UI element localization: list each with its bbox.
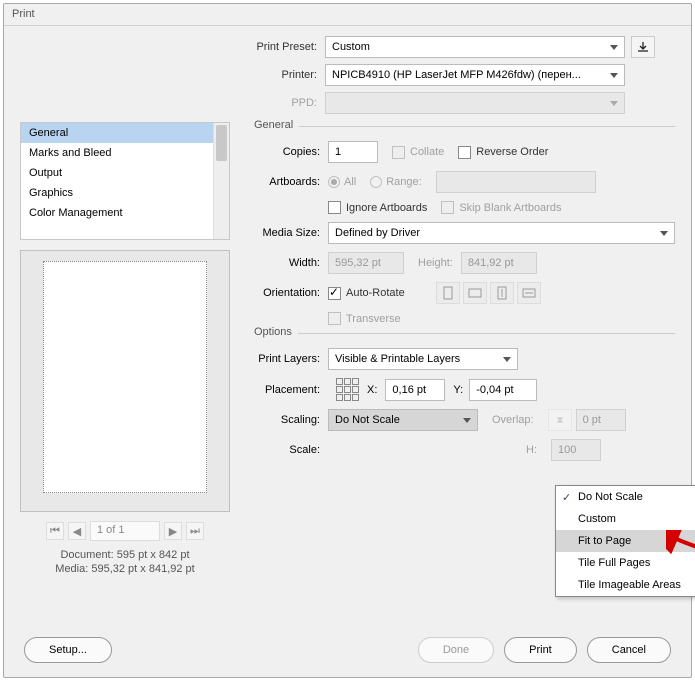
collate-checkbox: Collate — [392, 146, 444, 159]
skip-blank-checkbox: Skip Blank Artboards — [441, 201, 561, 214]
print-layers-select[interactable]: Visible & Printable Layers — [328, 348, 518, 370]
scaling-option-custom[interactable]: Custom — [556, 508, 695, 530]
print-dialog: Print Print Preset: Custom Printer: NPIC… — [3, 3, 692, 678]
scaling-select[interactable]: Do Not Scale — [328, 409, 478, 431]
done-button[interactable]: Done — [418, 637, 494, 663]
height-input: 841,92 pt — [461, 252, 537, 274]
button-bar: Setup... Done Print Cancel — [4, 637, 691, 663]
overlap-input: 0 pt — [576, 409, 626, 431]
orient-portrait-icon — [436, 282, 460, 304]
h-label: H: — [526, 444, 545, 456]
artboards-range-radio: Range: — [370, 176, 421, 188]
save-preset-icon[interactable] — [631, 36, 655, 58]
reverse-order-checkbox[interactable]: Reverse Order — [458, 146, 548, 159]
print-preset-select[interactable]: Custom — [325, 36, 625, 58]
overlap-label: Overlap: — [492, 414, 542, 426]
sidebar-item-graphics[interactable]: Graphics — [21, 183, 229, 203]
h-input: 100 — [551, 439, 601, 461]
prev-page-icon[interactable]: ◀ — [68, 522, 86, 540]
x-input[interactable]: 0,16 pt — [385, 379, 445, 401]
scaling-label: Scaling: — [248, 414, 328, 426]
ppd-label: PPD: — [291, 97, 325, 109]
range-input — [436, 171, 596, 193]
sidebar-item-color[interactable]: Color Management — [21, 203, 229, 223]
scrollbar[interactable] — [213, 123, 229, 239]
artboards-label: Artboards: — [248, 176, 328, 188]
dialog-title: Print — [4, 4, 691, 26]
overlap-link-icon — [548, 409, 572, 431]
pager: ⏮ ◀ 1 of 1 ▶ ⏭ — [20, 520, 230, 542]
sidebar-item-output[interactable]: Output — [21, 163, 229, 183]
categories-list[interactable]: General Marks and Bleed Output Graphics … — [20, 122, 230, 240]
ignore-artboards-checkbox[interactable]: Ignore Artboards — [328, 201, 427, 214]
printer-label: Printer: — [282, 69, 325, 81]
orient-landscape-rev-icon — [517, 282, 541, 304]
page-preview — [20, 250, 230, 512]
transverse-checkbox: Transverse — [328, 312, 401, 325]
orientation-label: Orientation: — [248, 287, 328, 299]
first-page-icon[interactable]: ⏮ — [46, 522, 64, 540]
orient-landscape-icon — [463, 282, 487, 304]
scaling-option-tileimage[interactable]: Tile Imageable Areas — [556, 574, 695, 596]
print-button[interactable]: Print — [504, 637, 577, 663]
auto-rotate-checkbox[interactable]: Auto-Rotate — [328, 287, 405, 300]
width-input: 595,32 pt — [328, 252, 404, 274]
height-label: Height: — [418, 257, 461, 269]
sidebar-item-general[interactable]: General — [21, 123, 229, 143]
placement-label: Placement: — [248, 384, 328, 396]
print-layers-label: Print Layers: — [248, 353, 328, 365]
document-size-info: Document: 595 pt x 842 pt Media: 595,32 … — [20, 548, 230, 576]
media-size-label: Media Size: — [248, 227, 328, 239]
print-preset-label: Print Preset: — [256, 41, 325, 53]
scaling-option-donotscale[interactable]: Do Not Scale — [556, 486, 695, 508]
general-section: General Copies: 1 Collate Reverse Order … — [248, 126, 675, 325]
next-page-icon[interactable]: ▶ — [164, 522, 182, 540]
placement-grid-icon[interactable] — [336, 378, 359, 401]
annotation-arrow-icon — [666, 530, 695, 570]
x-label: X: — [367, 384, 377, 396]
width-label: Width: — [248, 257, 328, 269]
cancel-button[interactable]: Cancel — [587, 637, 671, 663]
scale-label: Scale: — [248, 444, 328, 456]
media-size-select[interactable]: Defined by Driver — [328, 222, 675, 244]
printer-select[interactable]: NPICB4910 (HP LaserJet MFP M426fdw) (пер… — [325, 64, 625, 86]
orient-portrait-rev-icon — [490, 282, 514, 304]
copies-input[interactable]: 1 — [328, 141, 378, 163]
y-input[interactable]: -0,04 pt — [469, 379, 537, 401]
last-page-icon[interactable]: ⏭ — [186, 522, 204, 540]
page-indicator[interactable]: 1 of 1 — [90, 521, 160, 541]
ppd-select — [325, 92, 625, 114]
options-section: Options Print Layers: Visible & Printabl… — [248, 333, 675, 461]
artboards-all-radio: All — [328, 176, 356, 188]
y-label: Y: — [453, 384, 463, 396]
setup-button[interactable]: Setup... — [24, 637, 112, 663]
copies-label: Copies: — [248, 146, 328, 158]
sidebar-item-marks[interactable]: Marks and Bleed — [21, 143, 229, 163]
